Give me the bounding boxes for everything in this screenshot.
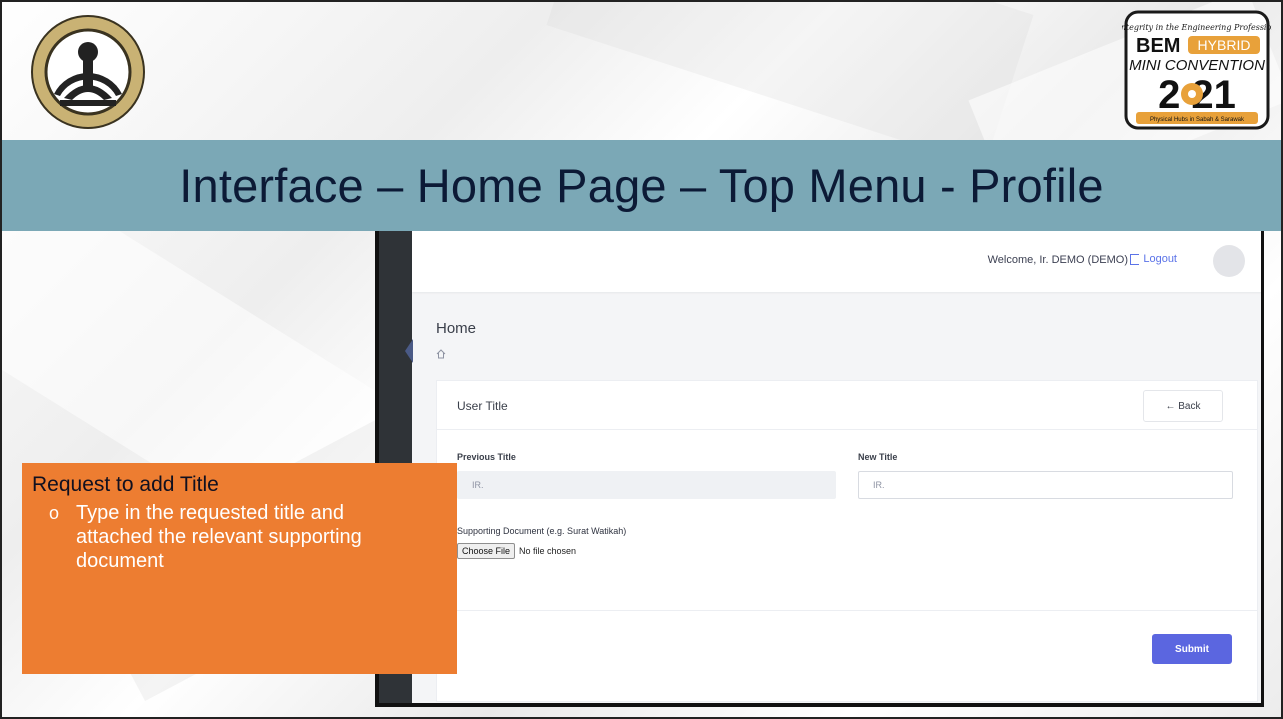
card-title: User Title <box>457 399 508 413</box>
logout-label: Logout <box>1143 253 1177 265</box>
welcome-text: Welcome, Ir. DEMO (DEMO) <box>987 254 1128 266</box>
svg-text:MINI CONVENTION: MINI CONVENTION <box>1129 57 1265 74</box>
callout-bullet-list: o Type in the requested title and attach… <box>32 501 445 573</box>
slide-title-bar: Interface – Home Page – Top Menu - Profi… <box>0 140 1283 231</box>
file-upload-row: Choose File No file chosen <box>457 543 576 559</box>
no-file-text: No file chosen <box>519 546 577 556</box>
back-button[interactable]: ← Back <box>1143 390 1223 422</box>
bullet-glyph: o <box>49 503 60 523</box>
bem-convention-2021-logo: Integrity in the Engineering Profession … <box>1122 10 1272 130</box>
logout-icon <box>1130 253 1140 265</box>
svg-text:Integrity in the Engineering P: Integrity in the Engineering Profession <box>1122 23 1272 32</box>
home-icon[interactable] <box>436 349 446 359</box>
supporting-document-label: Supporting Document (e.g. Surat Watikah) <box>457 526 627 536</box>
new-title-input[interactable]: IR. <box>858 471 1233 499</box>
logout-link[interactable]: Logout <box>1130 253 1177 265</box>
callout-bullet-text: Type in the requested title and attached… <box>76 502 362 572</box>
user-avatar[interactable] <box>1213 245 1245 277</box>
topbar: Welcome, Ir. DEMO (DEMO) Logout <box>412 231 1264 292</box>
previous-title-field: IR. <box>457 471 836 499</box>
slide-title: Interface – Home Page – Top Menu - Profi… <box>179 159 1104 212</box>
callout-heading: Request to add Title <box>32 473 219 496</box>
choose-file-button[interactable]: Choose File <box>457 543 516 559</box>
svg-text:BEM: BEM <box>1136 35 1180 57</box>
svg-text:HYBRID: HYBRID <box>1198 37 1251 53</box>
instruction-callout: Request to add Title o Type in the reque… <box>22 463 457 674</box>
submit-button[interactable]: Submit <box>1152 634 1232 664</box>
card-header: User Title ← Back <box>437 381 1257 430</box>
previous-title-label: Previous Title <box>457 452 516 462</box>
new-title-label: New Title <box>858 452 898 462</box>
page-title: Home <box>436 320 477 337</box>
user-title-card: User Title ← Back Previous Title IR. New… <box>436 380 1258 702</box>
sidebar-toggle-icon[interactable] <box>405 339 413 363</box>
card-footer-divider <box>437 610 1257 611</box>
svg-text:Physical Hubs in Sabah & Saraw: Physical Hubs in Sabah & Sarawak <box>1150 117 1245 123</box>
callout-bullet: o Type in the requested title and attach… <box>32 501 376 573</box>
app-screenshot: Welcome, Ir. DEMO (DEMO) Logout Home Use… <box>375 231 1264 707</box>
bem-seal-logo <box>31 15 145 129</box>
